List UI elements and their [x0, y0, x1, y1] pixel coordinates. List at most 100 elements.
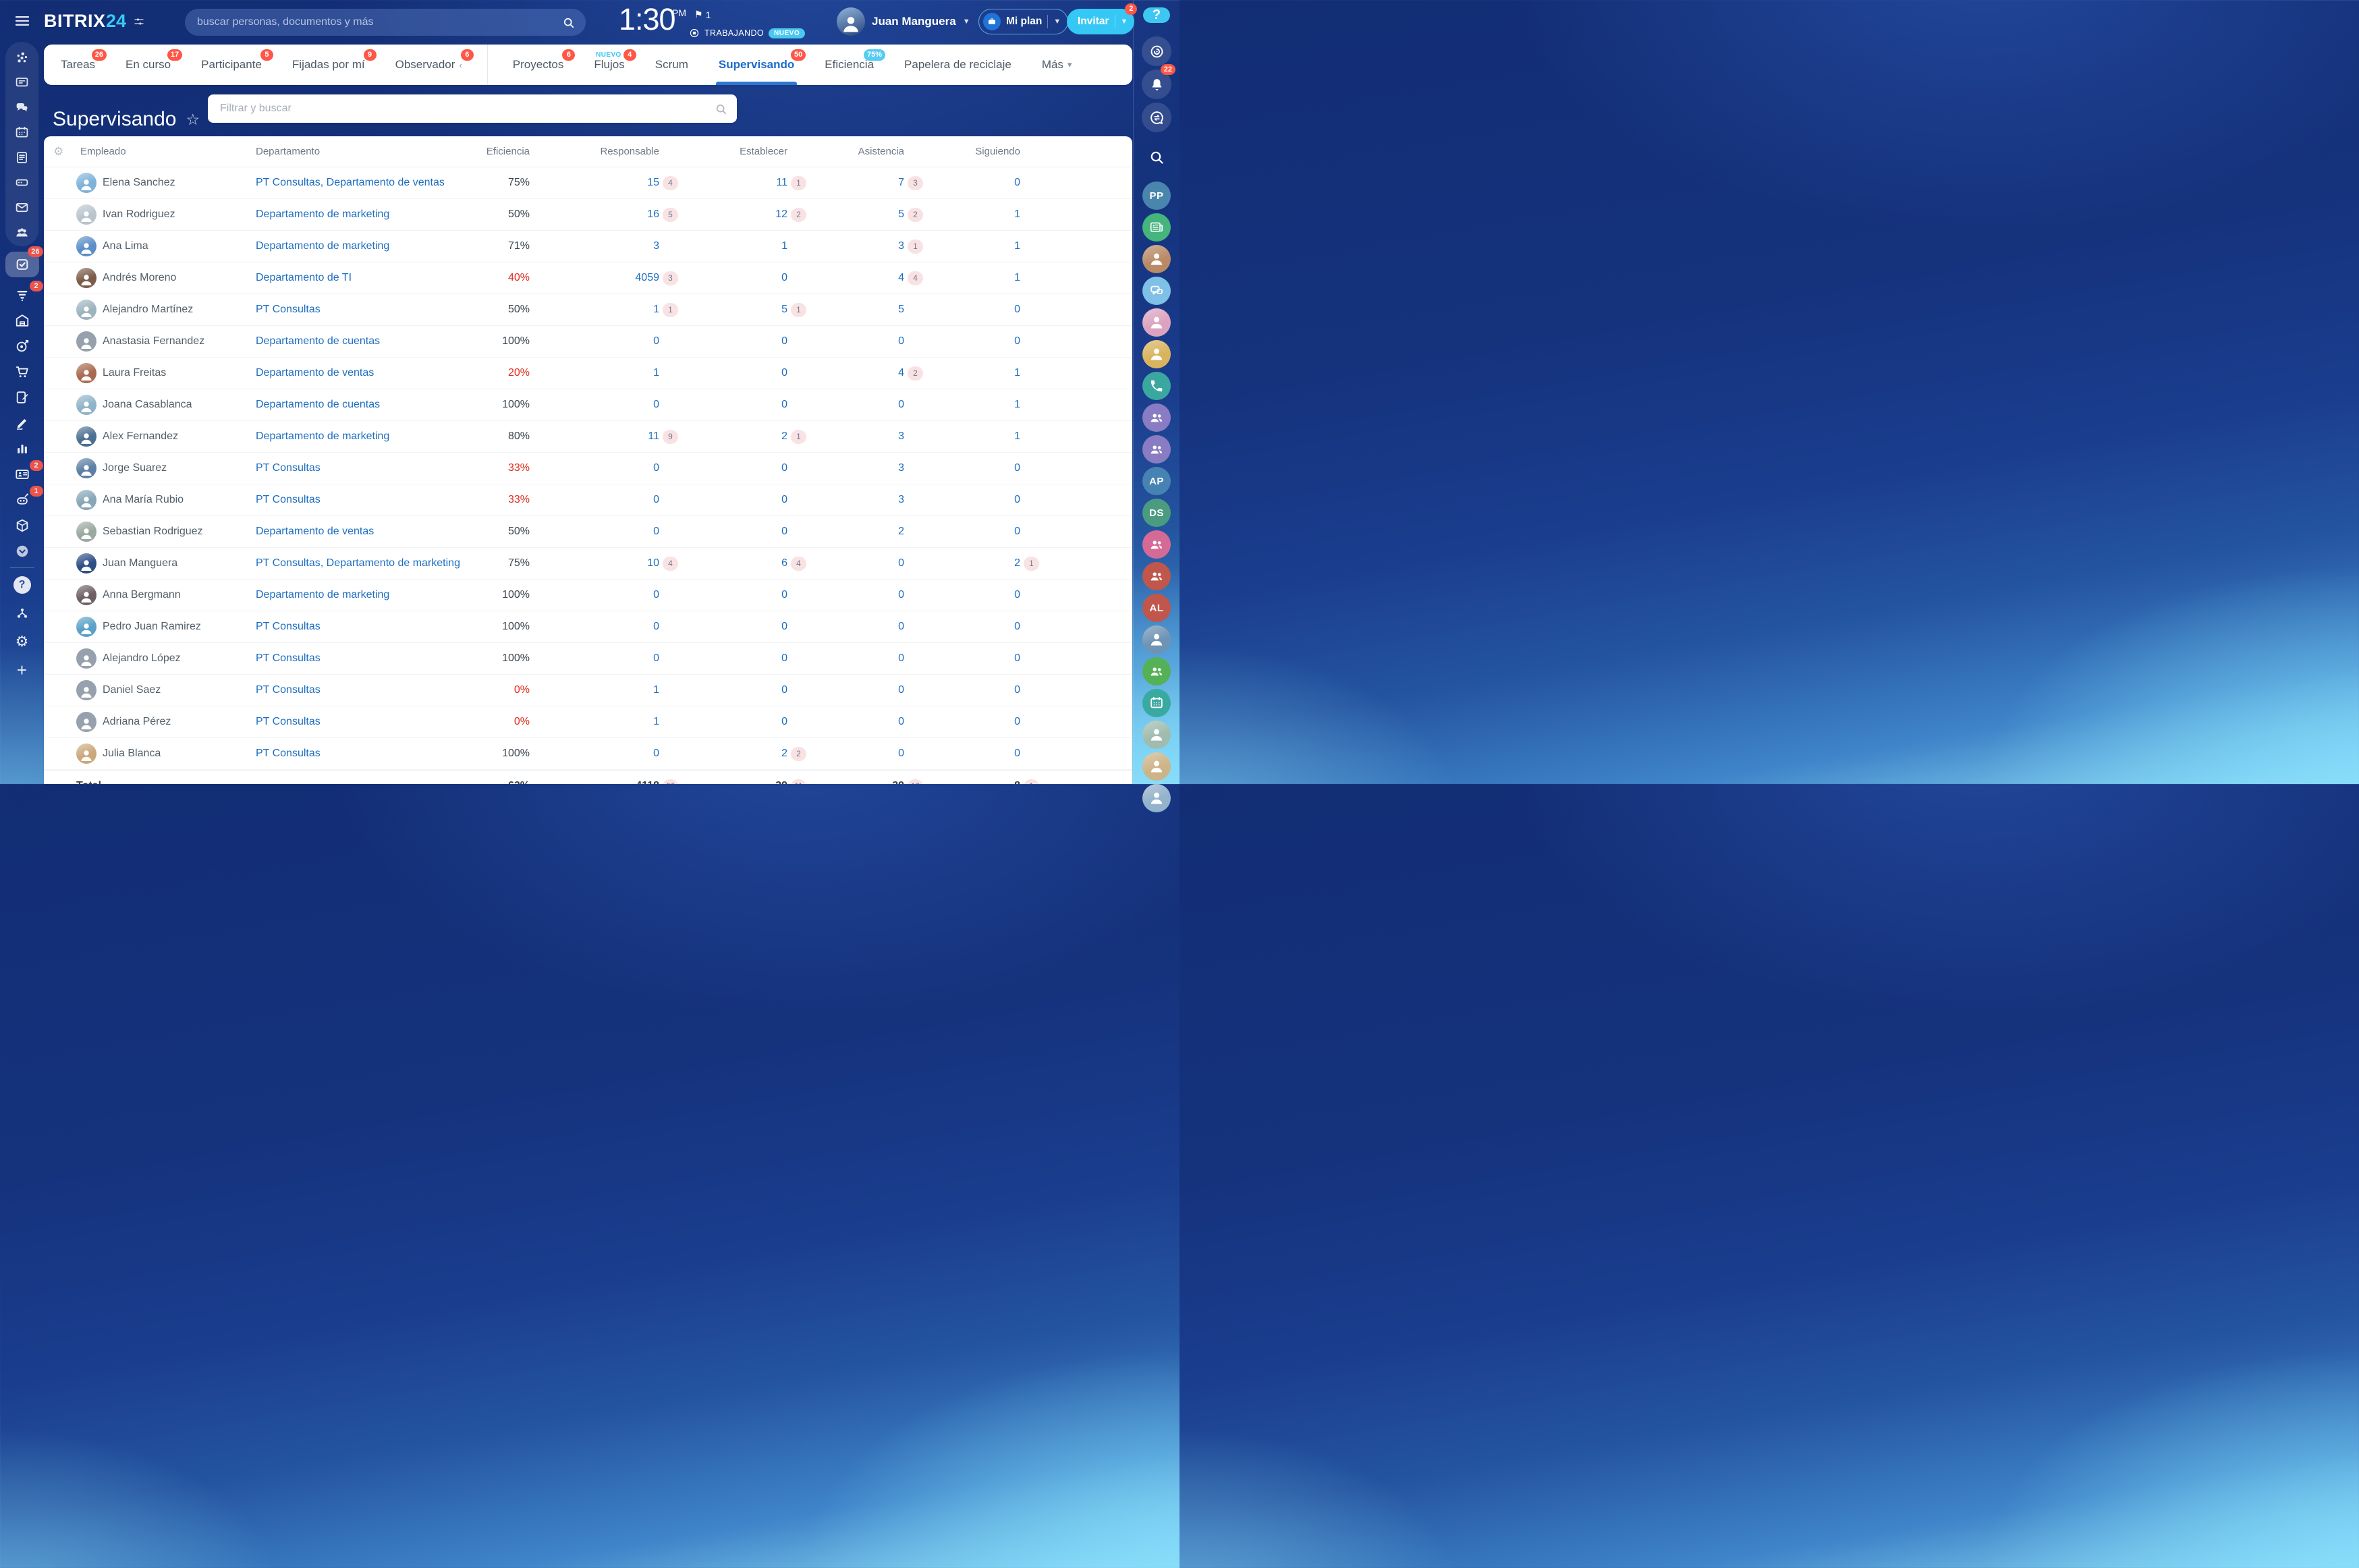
group-icon[interactable]	[1142, 435, 1171, 464]
hamburger-menu-icon[interactable]	[9, 9, 36, 32]
avatar-initials[interactable]: PP	[1142, 181, 1171, 210]
employee-name[interactable]: Jorge Suarez	[103, 462, 167, 474]
my-plan-button[interactable]: Mi plan ▼	[978, 9, 1069, 34]
sidebar-item-help-filled-icon[interactable]: ?	[9, 575, 36, 595]
table-row[interactable]: Ivan Rodriguez Departamento de marketing…	[44, 199, 1132, 231]
table-row[interactable]: Anastasia Fernandez Departamento de cuen…	[44, 326, 1132, 358]
group-icon[interactable]	[1142, 562, 1171, 590]
employee-name[interactable]: Ana María Rubio	[103, 494, 184, 506]
tab-en-curso[interactable]: En curso 17	[126, 45, 183, 85]
sidebar-item-warehouse-icon[interactable]	[5, 312, 39, 329]
table-row[interactable]: Joana Casablanca Departamento de cuentas…	[44, 389, 1132, 421]
tab-proyectos[interactable]: Proyectos 6	[513, 45, 576, 85]
table-row[interactable]: Julia Blanca PT Consultas 100% 0 2 2 0 0	[44, 738, 1132, 770]
table-row[interactable]: Ana María Rubio PT Consultas 33% 0 0 3 0	[44, 484, 1132, 516]
table-row[interactable]: Alejandro Martínez PT Consultas 50% 1 1 …	[44, 294, 1132, 326]
sidebar-item-drive-icon[interactable]	[9, 175, 36, 190]
employee-name[interactable]: Alex Fernandez	[103, 430, 178, 443]
bubbles-icon[interactable]	[1142, 277, 1171, 305]
copilot-icon[interactable]	[1142, 36, 1171, 66]
avatar-photo[interactable]	[1142, 625, 1171, 654]
avatar-initials[interactable]: DS	[1142, 499, 1171, 527]
sidebar-item-docs-icon[interactable]	[9, 150, 36, 165]
col-header-establecer[interactable]: Establecer	[684, 146, 812, 157]
department-link[interactable]: Departamento de TI	[256, 272, 352, 283]
phone-icon[interactable]	[1142, 372, 1171, 400]
employee-name[interactable]: Sebastian Rodriguez	[103, 526, 203, 538]
col-header-eficiencia[interactable]: Eficiencia	[478, 146, 530, 157]
avatar-photo[interactable]	[1142, 721, 1171, 749]
table-row[interactable]: Ana Lima Departamento de marketing 71% 3…	[44, 231, 1132, 262]
department-link[interactable]: PT Consultas	[256, 621, 321, 632]
col-header-siguiendo[interactable]: Siguiendo	[928, 146, 1045, 157]
news-icon[interactable]	[1142, 213, 1171, 242]
global-search-input[interactable]	[196, 16, 562, 29]
tab-supervisando[interactable]: Supervisando 50	[715, 45, 806, 85]
department-link[interactable]: Departamento de marketing	[256, 430, 389, 442]
tab-papelera-de-reciclaje[interactable]: Papelera de reciclaje	[904, 45, 1011, 85]
table-row[interactable]: Laura Freitas Departamento de ventas 20%…	[44, 358, 1132, 389]
sidebar-item-plus-icon[interactable]: +	[9, 660, 36, 680]
table-row[interactable]: Pedro Juan Ramirez PT Consultas 100% 0 0…	[44, 611, 1132, 643]
sidebar-item-pulse-icon[interactable]	[9, 50, 36, 65]
work-status[interactable]: TRABAJANDO NUEVO	[689, 28, 806, 38]
chat-arrows-icon[interactable]	[1142, 103, 1171, 132]
department-link[interactable]: PT Consultas	[256, 748, 321, 759]
col-header-responsable[interactable]: Responsable	[530, 146, 684, 157]
sidebar-item-feed-icon[interactable]	[9, 75, 36, 90]
avatar-initials[interactable]: AP	[1142, 467, 1171, 495]
sidebar-item-crm-icon[interactable]: 2	[5, 281, 43, 303]
tab-scrum[interactable]: Scrum	[655, 45, 688, 85]
department-link[interactable]: PT Consultas	[256, 684, 321, 696]
department-link[interactable]: Departamento de cuentas	[256, 399, 380, 410]
table-row[interactable]: Jorge Suarez PT Consultas 33% 0 0 3 0	[44, 453, 1132, 484]
invite-button[interactable]: Invitar ▼ 2	[1067, 3, 1138, 34]
employee-name[interactable]: Juan Manguera	[103, 557, 177, 569]
col-header-empleado[interactable]: Empleado	[56, 146, 256, 157]
sidebar-item-calendar-icon[interactable]	[9, 125, 36, 140]
favorite-star-icon[interactable]: ☆	[186, 111, 200, 129]
department-link[interactable]: PT Consultas	[256, 716, 321, 727]
sidebar-item-chevron-circle-icon[interactable]	[5, 542, 39, 559]
sidebar-item-structure-icon[interactable]	[9, 603, 36, 623]
avatar-photo[interactable]	[1142, 784, 1171, 812]
bell-icon[interactable]: 22	[1142, 64, 1175, 99]
department-link[interactable]: PT Consultas, Departamento de ventas	[256, 177, 445, 188]
employee-name[interactable]: Andrés Moreno	[103, 272, 176, 284]
tab-observador[interactable]: Observador ‹ 6	[395, 45, 474, 85]
tab-flujos[interactable]: Flujos NUEVO 4	[594, 45, 636, 85]
sidebar-item-gear-icon[interactable]: ⚙	[9, 632, 36, 652]
department-link[interactable]: PT Consultas	[256, 304, 321, 315]
search-icon[interactable]	[715, 103, 727, 115]
sidebar-item-chart-icon[interactable]	[5, 440, 39, 457]
table-row[interactable]: Alejandro López PT Consultas 100% 0 0 0 …	[44, 643, 1132, 675]
employee-name[interactable]: Joana Casablanca	[103, 399, 192, 411]
sidebar-item-marketing-icon[interactable]	[5, 337, 39, 354]
avatar-photo[interactable]	[1142, 245, 1171, 273]
table-row[interactable]: Anna Bergmann Departamento de marketing …	[44, 580, 1132, 611]
sliders-icon[interactable]	[133, 16, 145, 28]
tab-eficiencia[interactable]: Eficiencia 75%	[825, 45, 886, 85]
department-link[interactable]: Departamento de marketing	[256, 240, 389, 252]
group-icon[interactable]	[1142, 657, 1171, 685]
group-icon[interactable]	[1142, 403, 1171, 432]
avatar-photo[interactable]	[1142, 340, 1171, 368]
department-link[interactable]: PT Consultas	[256, 462, 321, 474]
table-settings-gear-icon[interactable]: ⚙	[53, 145, 63, 159]
tab-fijadas-por-m-[interactable]: Fijadas por mí 9	[292, 45, 377, 85]
table-row[interactable]: Sebastian Rodriguez Departamento de vent…	[44, 516, 1132, 548]
department-link[interactable]: Departamento de marketing	[256, 208, 389, 220]
filter-input[interactable]	[219, 102, 715, 115]
employee-name[interactable]: Elena Sanchez	[103, 177, 175, 189]
clock-time[interactable]: 1:30	[619, 3, 676, 36]
group-icon[interactable]	[1142, 530, 1171, 559]
sidebar-item-pen-icon[interactable]	[5, 414, 39, 431]
tab-m-s[interactable]: Más ▾	[1042, 45, 1072, 85]
sidebar-item-messenger-icon[interactable]	[9, 100, 36, 115]
table-row[interactable]: Alex Fernandez Departamento de marketing…	[44, 421, 1132, 453]
avatar-photo[interactable]	[1142, 308, 1171, 337]
department-link[interactable]: Departamento de marketing	[256, 589, 389, 600]
sidebar-item-shop-icon[interactable]	[5, 363, 39, 380]
tab-participante[interactable]: Participante 5	[201, 45, 273, 85]
department-link[interactable]: Departamento de ventas	[256, 526, 374, 537]
